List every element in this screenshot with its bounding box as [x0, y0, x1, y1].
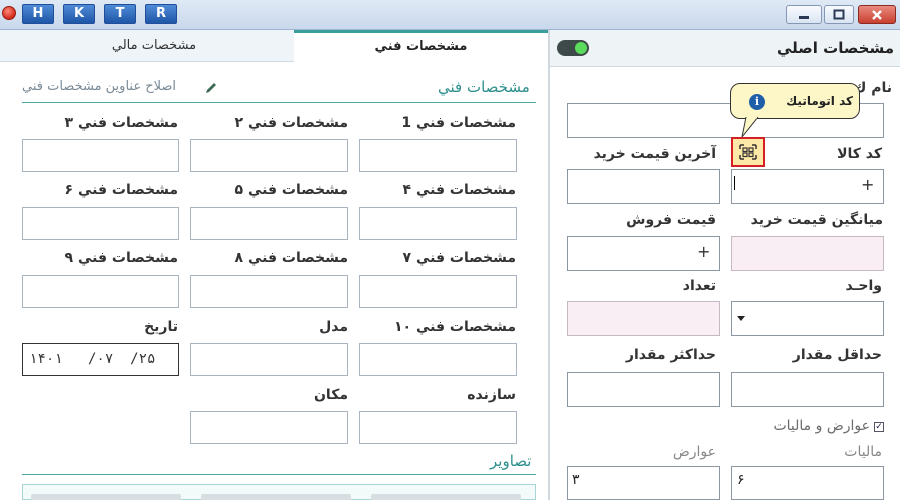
image-thumb[interactable] [201, 494, 351, 500]
auto-code-tooltip: i كد اتوماتيك [730, 83, 860, 119]
avg-price-input [731, 236, 884, 271]
duties-checkbox[interactable]: ✓ [874, 422, 884, 432]
tech-field-7-input[interactable] [359, 275, 517, 308]
t-button[interactable]: T [104, 4, 136, 24]
max-input[interactable] [567, 372, 720, 407]
maker-input[interactable] [359, 411, 517, 444]
max-label: حداكثر مقدار [625, 347, 716, 363]
tech-field-10-label: مشخصات فني ۱۰ [393, 319, 516, 335]
minimize-button[interactable] [786, 5, 822, 24]
tech-field-8-label: مشخصات فني ۸ [234, 250, 348, 266]
info-icon: i [749, 94, 765, 110]
tech-field-4-label: مشخصات فني ۴ [402, 182, 516, 198]
app-icon [2, 6, 16, 20]
tech-field-1-input[interactable] [359, 139, 517, 172]
tech-field-9-input[interactable] [22, 275, 179, 308]
tax-value: ۶ [737, 472, 745, 488]
tech-field-10-input[interactable] [359, 343, 517, 376]
maximize-button[interactable] [824, 5, 854, 24]
tech-field-1-label: مشخصات فني 1 [401, 115, 516, 131]
code-label: كد كالا [837, 146, 882, 162]
tech-field-2-input[interactable] [190, 139, 348, 172]
pane-divider [548, 30, 550, 500]
tab-financial[interactable]: مشخصات مالي [30, 30, 278, 62]
tooltip-pointer [741, 117, 759, 138]
close-button[interactable] [858, 5, 896, 24]
title-bar: H K T R [0, 0, 900, 30]
min-input[interactable] [731, 372, 884, 407]
place-input[interactable] [190, 411, 348, 444]
min-label: حداقل مقدار [792, 347, 882, 363]
avg-price-label: ميانگين قيمت خريد [750, 212, 883, 228]
maker-label: سازنده [467, 387, 516, 403]
h-button[interactable]: H [22, 4, 54, 24]
images-title: تصاوير [490, 452, 532, 470]
k-button[interactable]: K [63, 4, 95, 24]
unit-select[interactable] [731, 301, 884, 336]
auto-code-button[interactable] [731, 137, 765, 167]
duty-input[interactable] [567, 466, 720, 500]
chevron-down-icon[interactable] [737, 316, 745, 321]
tech-field-9-label: مشخصات فني ۹ [64, 250, 178, 266]
date-label: تاريخ [144, 319, 178, 335]
maximize-icon [833, 9, 845, 20]
code-plus[interactable]: + [861, 175, 874, 194]
images-divider [22, 474, 536, 475]
pencil-icon[interactable] [204, 81, 218, 95]
place-label: مكان [313, 387, 348, 403]
tech-field-5-input[interactable] [190, 207, 348, 240]
unit-label: واحـد [845, 278, 882, 294]
tooltip-text: كد اتوماتيك [786, 94, 853, 108]
duty-label: عوارض [672, 444, 716, 460]
fix-titles-link[interactable]: اصلاح عناوين مشخصات فني [22, 79, 176, 94]
technical-section-title: مشخصات فني [438, 78, 530, 96]
images-panel [22, 484, 536, 500]
duties-label: عوارض و ماليات [773, 418, 870, 434]
image-thumb[interactable] [31, 494, 181, 500]
tech-field-4-input[interactable] [359, 207, 517, 240]
tech-field-6-label: مشخصات فني ۶ [64, 182, 178, 198]
tech-field-7-label: مشخصات فني ۷ [402, 250, 516, 266]
barcode-scan-icon [739, 144, 757, 160]
r-button[interactable]: R [145, 4, 177, 24]
image-thumb[interactable] [371, 494, 521, 500]
last-price-label: آخرين قيمت خريد [593, 146, 716, 162]
section-divider [22, 102, 536, 103]
date-input[interactable]: ۱۴۰۱ /۰۷ /۲۵ [22, 343, 179, 376]
basic-toggle[interactable] [557, 40, 589, 56]
tech-field-8-input[interactable] [190, 275, 348, 308]
basic-title: مشخصات اصلي [776, 39, 894, 57]
count-input [567, 301, 720, 336]
tabs-row: مشخصات مالي مشخصات فني [0, 30, 548, 62]
text-caret [734, 176, 735, 190]
tech-field-3-label: مشخصات فني ۳ [64, 115, 178, 131]
close-icon [872, 10, 882, 20]
minimize-icon [799, 16, 809, 19]
tech-field-6-input[interactable] [22, 207, 179, 240]
tax-input[interactable] [731, 466, 884, 500]
count-label: تعداد [682, 278, 716, 294]
tech-field-5-label: مشخصات فني ۵ [234, 182, 348, 198]
model-label: مدل [319, 319, 348, 335]
tax-label: ماليات [844, 444, 882, 460]
tab-technical[interactable]: مشخصات فني [294, 30, 548, 62]
duty-value: ۳ [572, 472, 580, 488]
tech-field-3-input[interactable] [22, 139, 179, 172]
tech-field-2-label: مشخصات فني ۲ [234, 115, 348, 131]
sale-price-plus[interactable]: + [697, 242, 710, 261]
model-input[interactable] [190, 343, 348, 376]
sale-price-label: قيمت فروش [626, 212, 716, 228]
last-price-input[interactable] [567, 169, 720, 204]
